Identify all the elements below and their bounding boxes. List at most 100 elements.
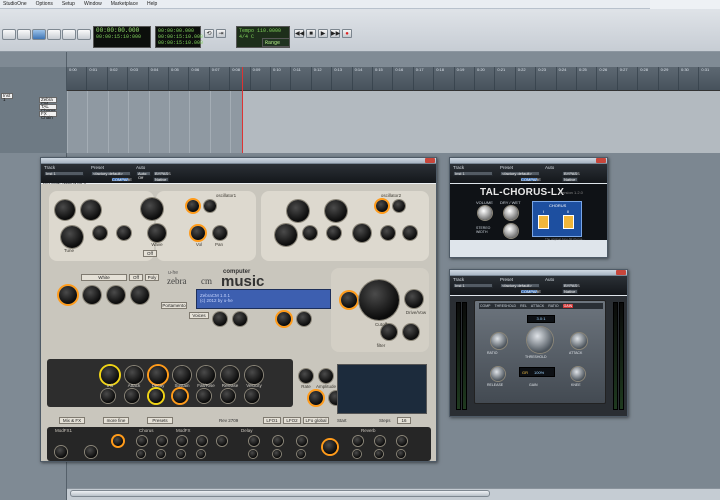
tab-more-fine[interactable]: more fine: [103, 417, 129, 424]
cutoff-knob[interactable]: [359, 280, 399, 320]
menu-item-marketplace[interactable]: Marketplace: [111, 1, 138, 7]
sustain-knob[interactable]: [173, 366, 191, 384]
attack-knob[interactable]: [125, 366, 143, 384]
reverb-dry-knob[interactable]: [353, 436, 363, 446]
stereo-width-knob[interactable]: [504, 224, 518, 238]
tab-lfo-global[interactable]: LFo global: [303, 417, 329, 424]
pan-knob[interactable]: [204, 200, 216, 212]
chorus-1-button[interactable]: [538, 215, 549, 229]
filter1-knob[interactable]: [59, 286, 77, 304]
comp-tab[interactable]: THRESHOLD: [495, 304, 517, 308]
mute-tool-icon[interactable]: [77, 29, 91, 40]
bypass-button[interactable]: BYPASS: [153, 171, 171, 176]
fallrise2-knob[interactable]: [197, 389, 211, 403]
osc2-pan-knob[interactable]: [393, 200, 405, 212]
stop-button[interactable]: ■: [306, 29, 316, 38]
osc2-pan2-knob[interactable]: [403, 226, 417, 240]
pan2-knob[interactable]: [213, 226, 227, 240]
delay-mix-knob[interactable]: [249, 436, 259, 446]
track-row[interactable]: Zebra CM: [39, 97, 57, 106]
delay-lowcut-knob[interactable]: [249, 450, 257, 458]
punch-button[interactable]: ⇥: [216, 29, 226, 38]
velocity-knob[interactable]: [245, 366, 263, 384]
reverb-wet-knob[interactable]: [375, 436, 385, 446]
comp-tab[interactable]: GAIN: [562, 304, 574, 308]
menu-item-help[interactable]: Help: [147, 1, 157, 7]
reverb-speed-knob[interactable]: [397, 450, 405, 458]
compare-button[interactable]: COMPARE: [520, 289, 541, 294]
vca-knob[interactable]: [277, 312, 291, 326]
track-select[interactable]: Inst 1: [453, 283, 493, 288]
decay-knob[interactable]: [149, 366, 167, 384]
gain-knob[interactable]: [403, 324, 419, 340]
native-button[interactable]: Native: [153, 177, 169, 182]
poly-button[interactable]: Poly: [145, 274, 159, 281]
lfo-rate-knob[interactable]: [299, 369, 313, 383]
osc2-phase-knob[interactable]: [303, 226, 317, 240]
wave-knob[interactable]: [141, 198, 163, 220]
close-icon[interactable]: [596, 158, 606, 163]
osc2-vol-knob[interactable]: [376, 200, 388, 212]
velocity2-knob[interactable]: [245, 389, 259, 403]
comp-tab[interactable]: RATIO: [548, 304, 558, 308]
vol-knob[interactable]: [187, 200, 199, 212]
vol-voice-knob[interactable]: [297, 312, 311, 326]
tune-knob[interactable]: [55, 200, 75, 220]
delay-xback-knob[interactable]: [323, 440, 337, 454]
decay2-knob[interactable]: [149, 389, 163, 403]
fx-hicut-knob[interactable]: [177, 450, 185, 458]
osc2-wave-knob[interactable]: [353, 224, 371, 242]
preset-select[interactable]: <factory default>: [500, 283, 540, 288]
play-button[interactable]: ▶: [318, 29, 328, 38]
drywet-knob[interactable]: [504, 206, 518, 220]
track-select[interactable]: Inst 1: [44, 171, 84, 176]
osc2-vol2-knob[interactable]: [381, 226, 395, 240]
osc2-tune-knob[interactable]: [287, 200, 309, 222]
fx-stereo-knob[interactable]: [177, 436, 187, 446]
osc2-phase2-knob[interactable]: [327, 226, 341, 240]
knee-knob[interactable]: [571, 367, 585, 381]
release2-knob[interactable]: [221, 389, 235, 403]
fx-center-knob[interactable]: [137, 436, 147, 446]
delay-time-knob[interactable]: [273, 436, 283, 446]
playhead-cursor[interactable]: [242, 67, 243, 157]
steps-field[interactable]: 16: [397, 417, 411, 424]
filter2-knob[interactable]: [83, 286, 101, 304]
ratio-knob[interactable]: [491, 333, 507, 349]
menu-item-window[interactable]: Window: [84, 1, 102, 7]
pan-main-knob[interactable]: [131, 286, 149, 304]
fx-mix-knob[interactable]: [113, 436, 123, 446]
detune-knob[interactable]: [81, 200, 101, 220]
chorus-2-button[interactable]: [563, 215, 574, 229]
event-region[interactable]: [242, 91, 720, 153]
env-amount-knob[interactable]: [341, 292, 357, 308]
rewind-button[interactable]: ◀◀: [294, 29, 304, 38]
preset-select[interactable]: <factory default>: [91, 171, 131, 176]
delay-ratio-knob[interactable]: [297, 436, 307, 446]
comp-tab[interactable]: REL: [520, 304, 527, 308]
tab-lfo1[interactable]: LFO1: [263, 417, 281, 424]
auto-select[interactable]: Auto: Off: [136, 171, 151, 180]
selection-counter[interactable]: 00:00:00.000 00:00:15:10.000 00:00:15:10…: [155, 26, 203, 48]
hand-icon[interactable]: [17, 29, 31, 40]
pan-voice-knob[interactable]: [233, 312, 247, 326]
white-select[interactable]: White: [81, 274, 127, 281]
lfo-amplitude-knob[interactable]: [319, 369, 333, 383]
preset-select[interactable]: <factory default>: [500, 171, 540, 176]
tab-presets[interactable]: Presets: [147, 417, 173, 424]
record-button[interactable]: ●: [342, 29, 352, 38]
volume-knob[interactable]: [478, 206, 492, 220]
main-counter[interactable]: 00:00:00.000 00:00:15:10:000: [93, 26, 151, 48]
reverb-damp-knob[interactable]: [353, 450, 361, 458]
native-button[interactable]: Native: [562, 177, 578, 182]
fx-locut-knob[interactable]: [137, 450, 145, 458]
lfo-display[interactable]: [337, 364, 427, 414]
menu-item-studioone[interactable]: StudioOne: [3, 1, 27, 7]
delay-pan-knob[interactable]: [297, 450, 305, 458]
tab-mix-fx[interactable]: Mix & FX: [59, 417, 85, 424]
loop-button[interactable]: ⟲: [204, 29, 214, 38]
scissors-icon[interactable]: [62, 29, 76, 40]
threshold-knob[interactable]: [527, 327, 553, 353]
comp-tab[interactable]: COMP: [480, 304, 491, 308]
fallrise-knob[interactable]: [197, 366, 215, 384]
